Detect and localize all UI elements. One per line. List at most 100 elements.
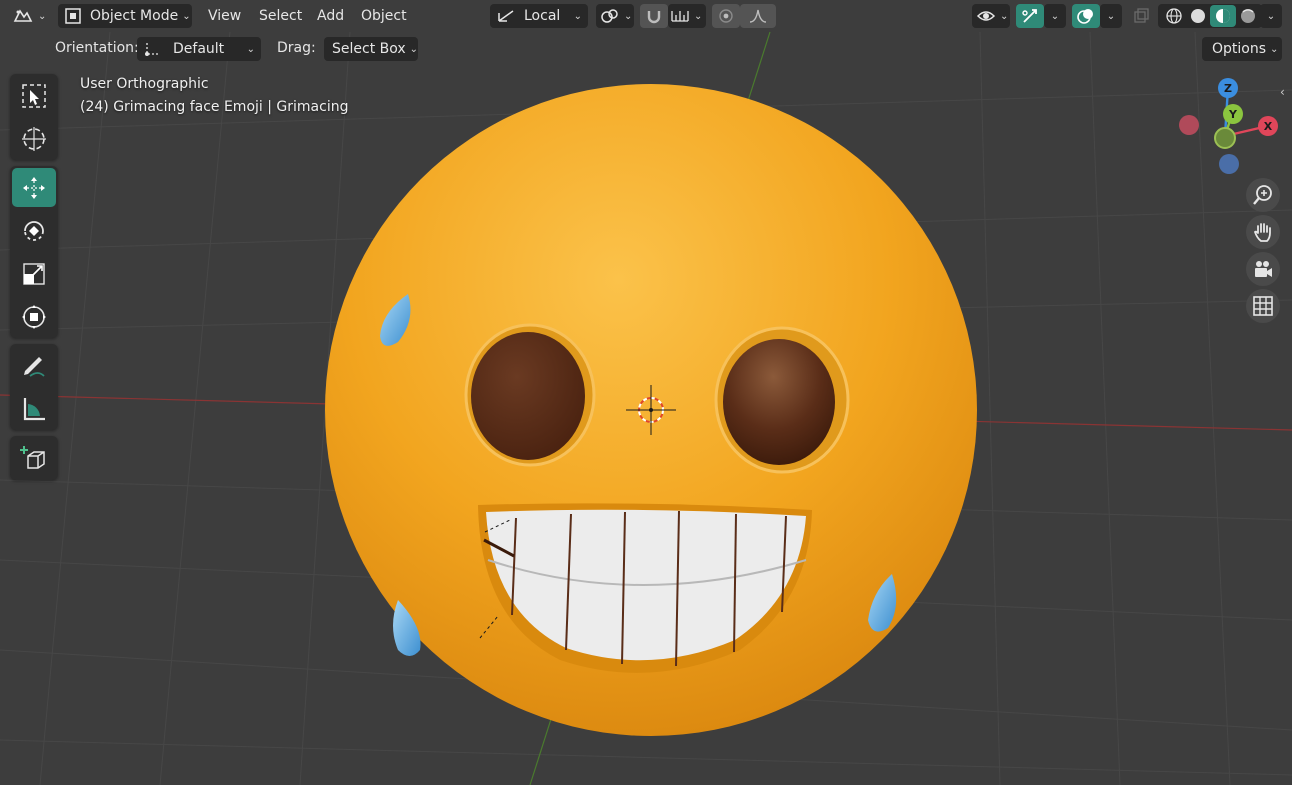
drag-dropdown[interactable]: Select Box ⌄ xyxy=(324,37,418,61)
drag-label: Drag: xyxy=(277,40,316,56)
magnet-icon xyxy=(647,11,661,24)
menu-view[interactable]: View xyxy=(208,4,241,28)
sidebar-toggle[interactable]: ‹ xyxy=(1280,84,1292,100)
options-dropdown[interactable]: Options ⌄ xyxy=(1202,37,1282,61)
zoom-icon xyxy=(1253,185,1272,205)
tool-annotate[interactable] xyxy=(12,346,56,385)
shading-group xyxy=(1158,4,1262,28)
xray-toggle[interactable] xyxy=(1128,4,1154,28)
menu-object[interactable]: Object xyxy=(361,4,407,28)
left-eye xyxy=(471,332,585,460)
chevron-down-icon: ⌄ xyxy=(1270,43,1279,55)
wireframe-shading-button[interactable] xyxy=(1162,7,1186,25)
chevron-down-icon: ⌄ xyxy=(573,10,582,22)
solid-shading-button[interactable] xyxy=(1186,7,1210,25)
gizmo-neg-x[interactable] xyxy=(1179,115,1199,135)
cursor-icon xyxy=(22,126,46,151)
rendered-shading-button[interactable] xyxy=(1236,7,1260,25)
viewport-header: ⌄ Object Mode ⌄ View Select Add Object L… xyxy=(0,0,1292,32)
material-sphere-icon xyxy=(1216,9,1230,23)
orientation-axes-icon xyxy=(145,43,158,56)
3d-viewport[interactable] xyxy=(0,0,1292,785)
tool-move[interactable] xyxy=(12,168,56,207)
tool-measure[interactable] xyxy=(12,389,56,428)
transform-space-dropdown[interactable]: Local ⌄ xyxy=(490,4,588,28)
drag-value: Select Box xyxy=(332,41,406,57)
xray-icon xyxy=(1134,8,1149,23)
material-shading-button[interactable] xyxy=(1210,5,1236,27)
tool-rotate[interactable] xyxy=(12,211,56,250)
camera-icon xyxy=(1255,261,1272,277)
pan-button[interactable] xyxy=(1246,215,1280,249)
gizmo-dropdown[interactable]: ⌄ xyxy=(1044,4,1066,28)
tool-select-box[interactable] xyxy=(12,76,56,115)
gizmo-x[interactable]: X xyxy=(1258,116,1278,136)
rotate-icon xyxy=(24,220,44,241)
tool-settings-header: Orientation: Default ⌄ Drag: Select Box … xyxy=(0,35,1292,63)
perspective-toggle-button[interactable] xyxy=(1246,289,1280,323)
transform-icon xyxy=(22,304,46,329)
gizmo-icon xyxy=(1022,9,1037,23)
gizmo-neg-y[interactable] xyxy=(1214,127,1236,149)
snap-increment-icon xyxy=(671,11,689,22)
chevron-down-icon: ⌄ xyxy=(1000,10,1009,22)
solid-sphere-icon xyxy=(1191,9,1205,23)
chevron-down-icon: ⌄ xyxy=(694,10,703,22)
tool-cursor[interactable] xyxy=(12,119,56,158)
eye-icon xyxy=(976,11,996,21)
mode-dropdown[interactable]: Object Mode ⌄ xyxy=(58,4,192,28)
falloff-curve-icon xyxy=(749,9,767,23)
right-eye xyxy=(723,339,835,465)
chevron-down-icon: ⌄ xyxy=(246,43,255,55)
visibility-dropdown[interactable]: ⌄ xyxy=(972,4,1010,28)
shading-options-dropdown[interactable]: ⌄ xyxy=(1260,4,1282,28)
view-name: User Orthographic xyxy=(80,76,209,92)
pan-hand-icon xyxy=(1253,223,1271,242)
gizmo-y-label: Y xyxy=(1229,107,1237,121)
zoom-button[interactable] xyxy=(1246,178,1280,212)
local-axes-icon xyxy=(498,10,514,22)
grid-icon xyxy=(1253,296,1273,316)
select-box-icon xyxy=(22,83,46,108)
proportional-edit-toggle[interactable] xyxy=(712,4,740,28)
falloff-dropdown[interactable] xyxy=(740,4,776,28)
orientation-dropdown[interactable]: Default ⌄ xyxy=(137,37,261,61)
gizmo-x-label: X xyxy=(1263,119,1273,133)
chevron-down-icon: ⌄ xyxy=(409,43,419,55)
editor-type-button[interactable]: ⌄ xyxy=(12,4,50,28)
menu-add[interactable]: Add xyxy=(317,4,344,28)
overlays-icon xyxy=(1077,9,1093,24)
toolbar-add-group xyxy=(10,436,58,480)
transform-space-label: Local xyxy=(524,8,561,24)
gizmo-neg-z[interactable] xyxy=(1219,154,1239,174)
move-icon xyxy=(23,176,45,199)
chevron-down-icon: ⌄ xyxy=(182,10,191,22)
tool-transform[interactable] xyxy=(12,297,56,336)
options-label: Options xyxy=(1212,41,1267,57)
object-info: (24) Grimacing face Emoji | Grimacing xyxy=(80,99,349,115)
overlays-toggle[interactable] xyxy=(1072,4,1100,28)
orientation-value: Default xyxy=(173,41,225,57)
tool-add-cube[interactable] xyxy=(12,438,56,478)
annotate-icon xyxy=(24,356,45,377)
overlays-dropdown[interactable]: ⌄ xyxy=(1100,4,1122,28)
camera-view-button[interactable] xyxy=(1246,252,1280,286)
gizmo-z[interactable]: Z xyxy=(1218,78,1238,98)
proportional-edit-icon xyxy=(719,9,733,23)
navigation-gizmo[interactable]: Z Y X xyxy=(1170,74,1280,184)
toolbar-transform-group xyxy=(10,166,58,338)
measure-icon xyxy=(23,397,45,420)
snap-target-dropdown[interactable]: ⌄ xyxy=(668,4,706,28)
pivot-point-dropdown[interactable]: ⌄ xyxy=(596,4,634,28)
wireframe-icon xyxy=(1166,8,1182,24)
mode-label: Object Mode xyxy=(90,8,179,24)
snap-toggle[interactable] xyxy=(640,4,668,28)
gizmo-toggle[interactable] xyxy=(1016,4,1044,28)
chevron-down-icon: ⌄ xyxy=(1106,10,1116,22)
tool-scale[interactable] xyxy=(12,254,56,293)
chevron-down-icon: ⌄ xyxy=(1266,10,1276,22)
menu-select[interactable]: Select xyxy=(259,4,302,28)
editor-type-icon xyxy=(13,9,33,22)
gizmo-y[interactable]: Y xyxy=(1223,104,1243,124)
gizmo-z-label: Z xyxy=(1224,81,1232,95)
